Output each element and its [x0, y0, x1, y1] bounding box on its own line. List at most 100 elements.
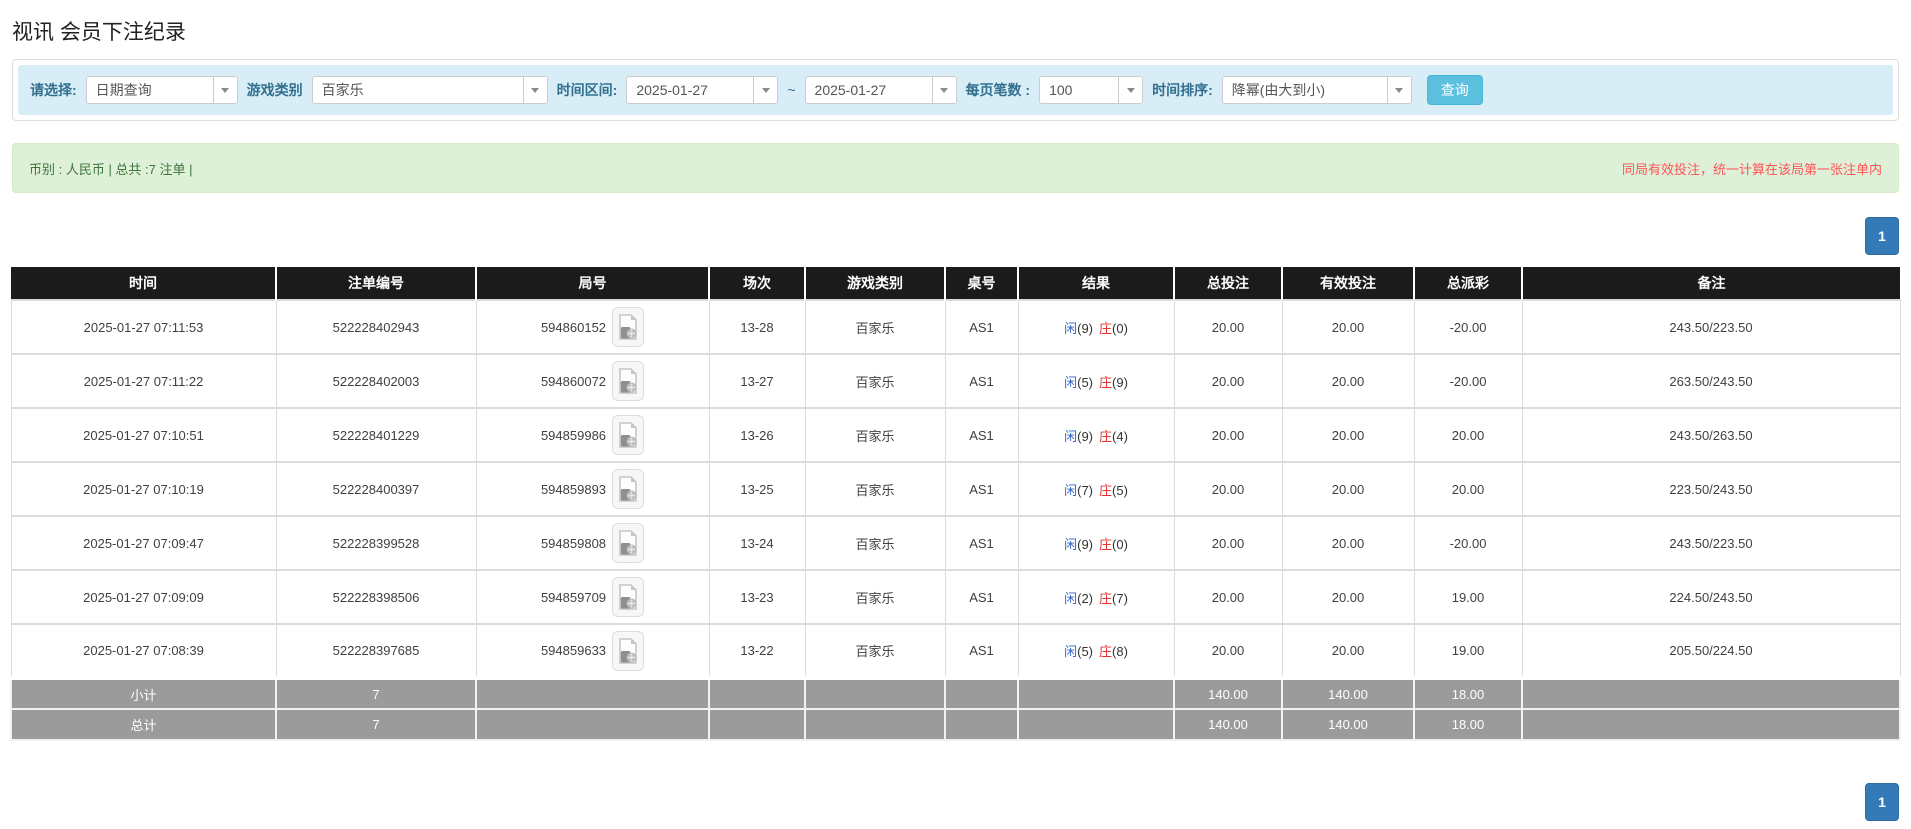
- total-bet[interactable]: 20.00: [1173, 299, 1283, 355]
- chevron-down-icon[interactable]: [931, 77, 956, 103]
- summary-info-bar: 币别 : 人民币 | 总共 :7 注单 | 同局有效投注，统一计算在该局第一张注…: [12, 143, 1899, 193]
- filter-panel: 请选择: 日期查询 游戏类别 百家乐 时间区间: 2025-01-27 ~ 20…: [12, 59, 1899, 121]
- game-category: 百家乐: [804, 407, 946, 463]
- currency-total-text: 币别 : 人民币 | 总共 :7 注单 |: [29, 161, 193, 177]
- game-category: 百家乐: [804, 623, 946, 679]
- result-banker: 庄: [1099, 428, 1113, 444]
- session-no: 13-26: [708, 407, 806, 463]
- total-bet[interactable]: 20.00: [1173, 515, 1283, 571]
- search-button[interactable]: 查询: [1426, 75, 1483, 105]
- total-bet[interactable]: 20.00: [1173, 461, 1283, 517]
- game-category: 百家乐: [804, 569, 946, 625]
- header-remark: 备注: [1521, 267, 1900, 300]
- pagination-page-1-button[interactable]: 1: [1865, 217, 1899, 255]
- result-player: 闲: [1064, 482, 1078, 498]
- bet-id: 522228397685: [275, 623, 477, 679]
- video-playback-button[interactable]: [612, 630, 645, 671]
- chevron-down-icon[interactable]: [1386, 77, 1411, 103]
- remark: 243.50/223.50: [1521, 515, 1901, 571]
- video-playback-button[interactable]: [612, 307, 645, 347]
- payout: 20.00: [1413, 407, 1523, 463]
- result-player-score: (9): [1077, 428, 1093, 444]
- game-category-select[interactable]: 百家乐: [311, 76, 548, 104]
- empty-cell: [1017, 676, 1175, 710]
- header-valid-bet: 有效投注: [1281, 267, 1414, 300]
- table-no: AS1: [944, 515, 1019, 571]
- table-row: 2025-01-27 07:10:19 522228400397 5948598…: [10, 461, 1901, 517]
- date-to-select[interactable]: 2025-01-27: [804, 76, 957, 104]
- video-playback-button[interactable]: [612, 415, 645, 455]
- session-no: 13-25: [708, 461, 806, 517]
- table-row: 2025-01-27 07:08:39 522228397685 5948596…: [10, 623, 1901, 679]
- result-player-score: (7): [1077, 482, 1093, 498]
- header-table-no: 桌号: [944, 267, 1018, 300]
- result-cell: 闲(2) 庄(7): [1017, 569, 1175, 625]
- round-cell: 594859986: [475, 407, 710, 463]
- total-bet[interactable]: 20.00: [1173, 353, 1283, 409]
- video-playback-button[interactable]: [612, 361, 645, 401]
- bet-time: 2025-01-27 07:08:39: [10, 623, 277, 679]
- subtotal-label: 小计: [10, 676, 277, 710]
- query-type-select[interactable]: 日期查询: [85, 76, 238, 104]
- pagination-page-1-button[interactable]: 1: [1865, 783, 1899, 821]
- session-no: 13-22: [708, 623, 806, 679]
- session-no: 13-23: [708, 569, 806, 625]
- table-no: AS1: [944, 353, 1019, 409]
- video-playback-icon: [619, 314, 637, 340]
- header-round-id: 局号: [475, 267, 709, 300]
- chevron-down-icon[interactable]: [212, 77, 237, 103]
- table-header-row: 时间 注单编号 局号 场次 游戏类别 桌号 结果 总投注 有效投注 总派彩 备注: [11, 267, 1900, 300]
- valid-bet: 20.00: [1281, 623, 1415, 679]
- empty-cell: [944, 708, 1019, 741]
- result-banker-score: (0): [1112, 320, 1128, 336]
- payout: 19.00: [1413, 569, 1523, 625]
- header-game-category: 游戏类别: [804, 267, 945, 300]
- date-from-select[interactable]: 2025-01-27: [626, 76, 779, 104]
- bet-id: 522228402943: [275, 299, 477, 355]
- date-to-value: 2025-01-27: [814, 82, 887, 98]
- table-row: 2025-01-27 07:11:53 522228402943 5948601…: [10, 299, 1901, 355]
- total-bet[interactable]: 20.00: [1173, 569, 1283, 625]
- video-playback-icon: [619, 368, 637, 394]
- time-sort-select[interactable]: 降幂(由大到小): [1221, 76, 1412, 104]
- pagination-bottom: 1: [12, 783, 1899, 821]
- result-player-score: (5): [1077, 374, 1093, 390]
- result-banker-score: (5): [1112, 482, 1128, 498]
- round-cell: 594859633: [475, 623, 710, 679]
- total-bet[interactable]: 20.00: [1173, 623, 1283, 679]
- chevron-down-icon[interactable]: [753, 77, 778, 103]
- table-row: 2025-01-27 07:09:09 522228398506 5948597…: [10, 569, 1901, 625]
- chevron-down-icon[interactable]: [522, 77, 547, 103]
- bet-id: 522228398506: [275, 569, 477, 625]
- total-bet[interactable]: 20.00: [1173, 407, 1283, 463]
- empty-cell: [804, 708, 946, 741]
- round-cell: 594859709: [475, 569, 710, 625]
- result-cell: 闲(9) 庄(4): [1017, 407, 1175, 463]
- chevron-down-icon[interactable]: [1118, 77, 1143, 103]
- page-size-value: 100: [1049, 82, 1073, 98]
- round-id: 594859893: [540, 481, 607, 497]
- session-no: 13-24: [708, 515, 806, 571]
- result-player-score: (9): [1077, 320, 1093, 336]
- video-playback-button[interactable]: [612, 577, 645, 617]
- result-banker: 庄: [1099, 590, 1113, 606]
- video-playback-icon: [619, 584, 637, 610]
- result-cell: 闲(5) 庄(8): [1017, 623, 1175, 679]
- result-player: 闲: [1064, 374, 1078, 390]
- result-cell: 闲(9) 庄(0): [1017, 515, 1175, 571]
- filter-bar: 请选择: 日期查询 游戏类别 百家乐 时间区间: 2025-01-27 ~ 20…: [18, 65, 1893, 115]
- date-range-separator: ~: [787, 82, 796, 98]
- game-category: 百家乐: [804, 515, 946, 571]
- video-playback-icon: [619, 530, 637, 556]
- bet-id: 522228401229: [275, 407, 477, 463]
- result-banker-score: (4): [1112, 428, 1128, 444]
- page-size-select[interactable]: 100: [1039, 76, 1144, 104]
- bet-records-table: 时间 注单编号 局号 场次 游戏类别 桌号 结果 总投注 有效投注 总派彩 备注…: [10, 267, 1901, 741]
- empty-cell: [1017, 708, 1175, 741]
- video-playback-button[interactable]: [612, 523, 645, 563]
- video-playback-button[interactable]: [612, 469, 645, 509]
- payout: 19.00: [1413, 623, 1523, 679]
- table-no: AS1: [944, 461, 1019, 517]
- payout: -20.00: [1413, 353, 1523, 409]
- result-player-score: (9): [1077, 536, 1093, 552]
